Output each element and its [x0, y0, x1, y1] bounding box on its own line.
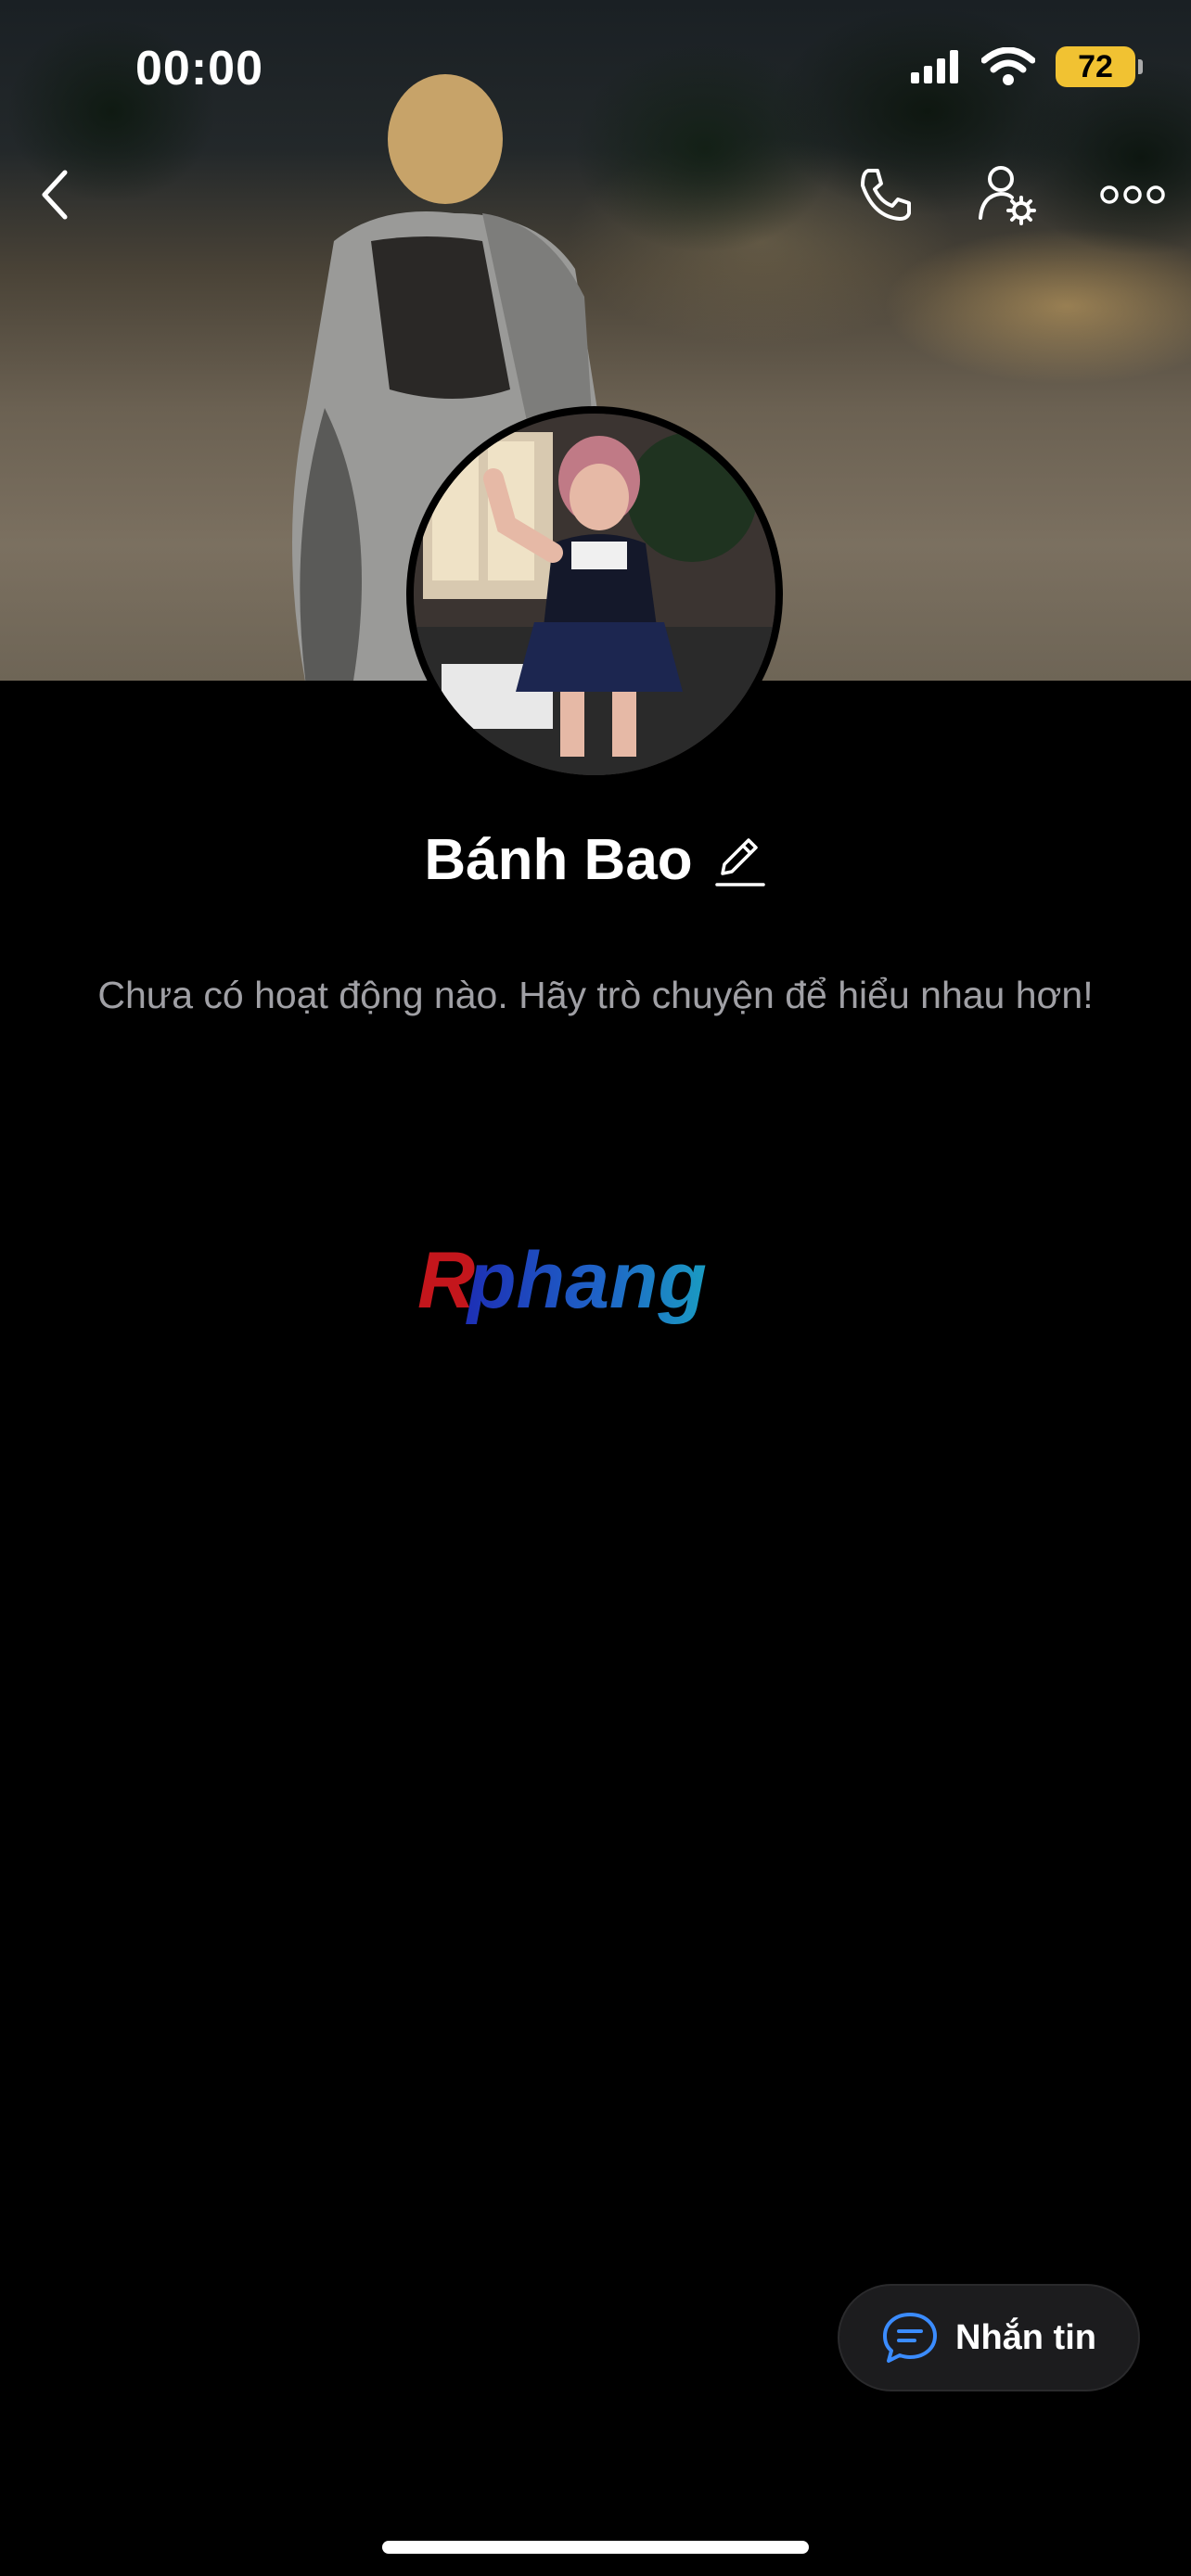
home-indicator[interactable]: [382, 2541, 809, 2554]
back-button[interactable]: [19, 158, 93, 232]
wifi-icon: [981, 47, 1035, 85]
pencil-icon[interactable]: [713, 833, 767, 888]
profile-settings-button[interactable]: [970, 158, 1044, 232]
watermark-logo: R phang: [0, 1233, 1191, 1340]
signal-icon: [911, 50, 958, 83]
logo-letter-r: R: [417, 1236, 475, 1325]
more-options-button[interactable]: [1093, 158, 1172, 232]
send-message-label: Nhắn tin: [955, 2317, 1096, 2357]
user-settings-icon: [979, 166, 1036, 225]
rphang-logo: R phang: [417, 1236, 707, 1325]
profile-name-row: Bánh Bao: [0, 827, 1191, 893]
logo-text: phang: [466, 1236, 707, 1325]
profile-name: Bánh Bao: [424, 828, 693, 892]
empty-activity-message: Chưa có hoạt động nào. Hãy trò chuyện để…: [97, 974, 1094, 1016]
more-horizontal-icon: [1100, 185, 1165, 204]
chevron-left-icon: [42, 170, 68, 220]
phone-icon: [861, 169, 911, 221]
avatar[interactable]: [406, 406, 783, 783]
status-time: 00:00: [135, 42, 263, 96]
avatar-photo: [414, 414, 775, 775]
call-button[interactable]: [848, 158, 922, 232]
send-message-button[interactable]: Nhắn tin: [838, 2284, 1140, 2391]
battery-indicator: 72: [1056, 46, 1143, 87]
chat-bubble-icon: [883, 2313, 937, 2363]
battery-level: 72: [1078, 48, 1113, 84]
status-icons: 72: [911, 46, 1143, 87]
